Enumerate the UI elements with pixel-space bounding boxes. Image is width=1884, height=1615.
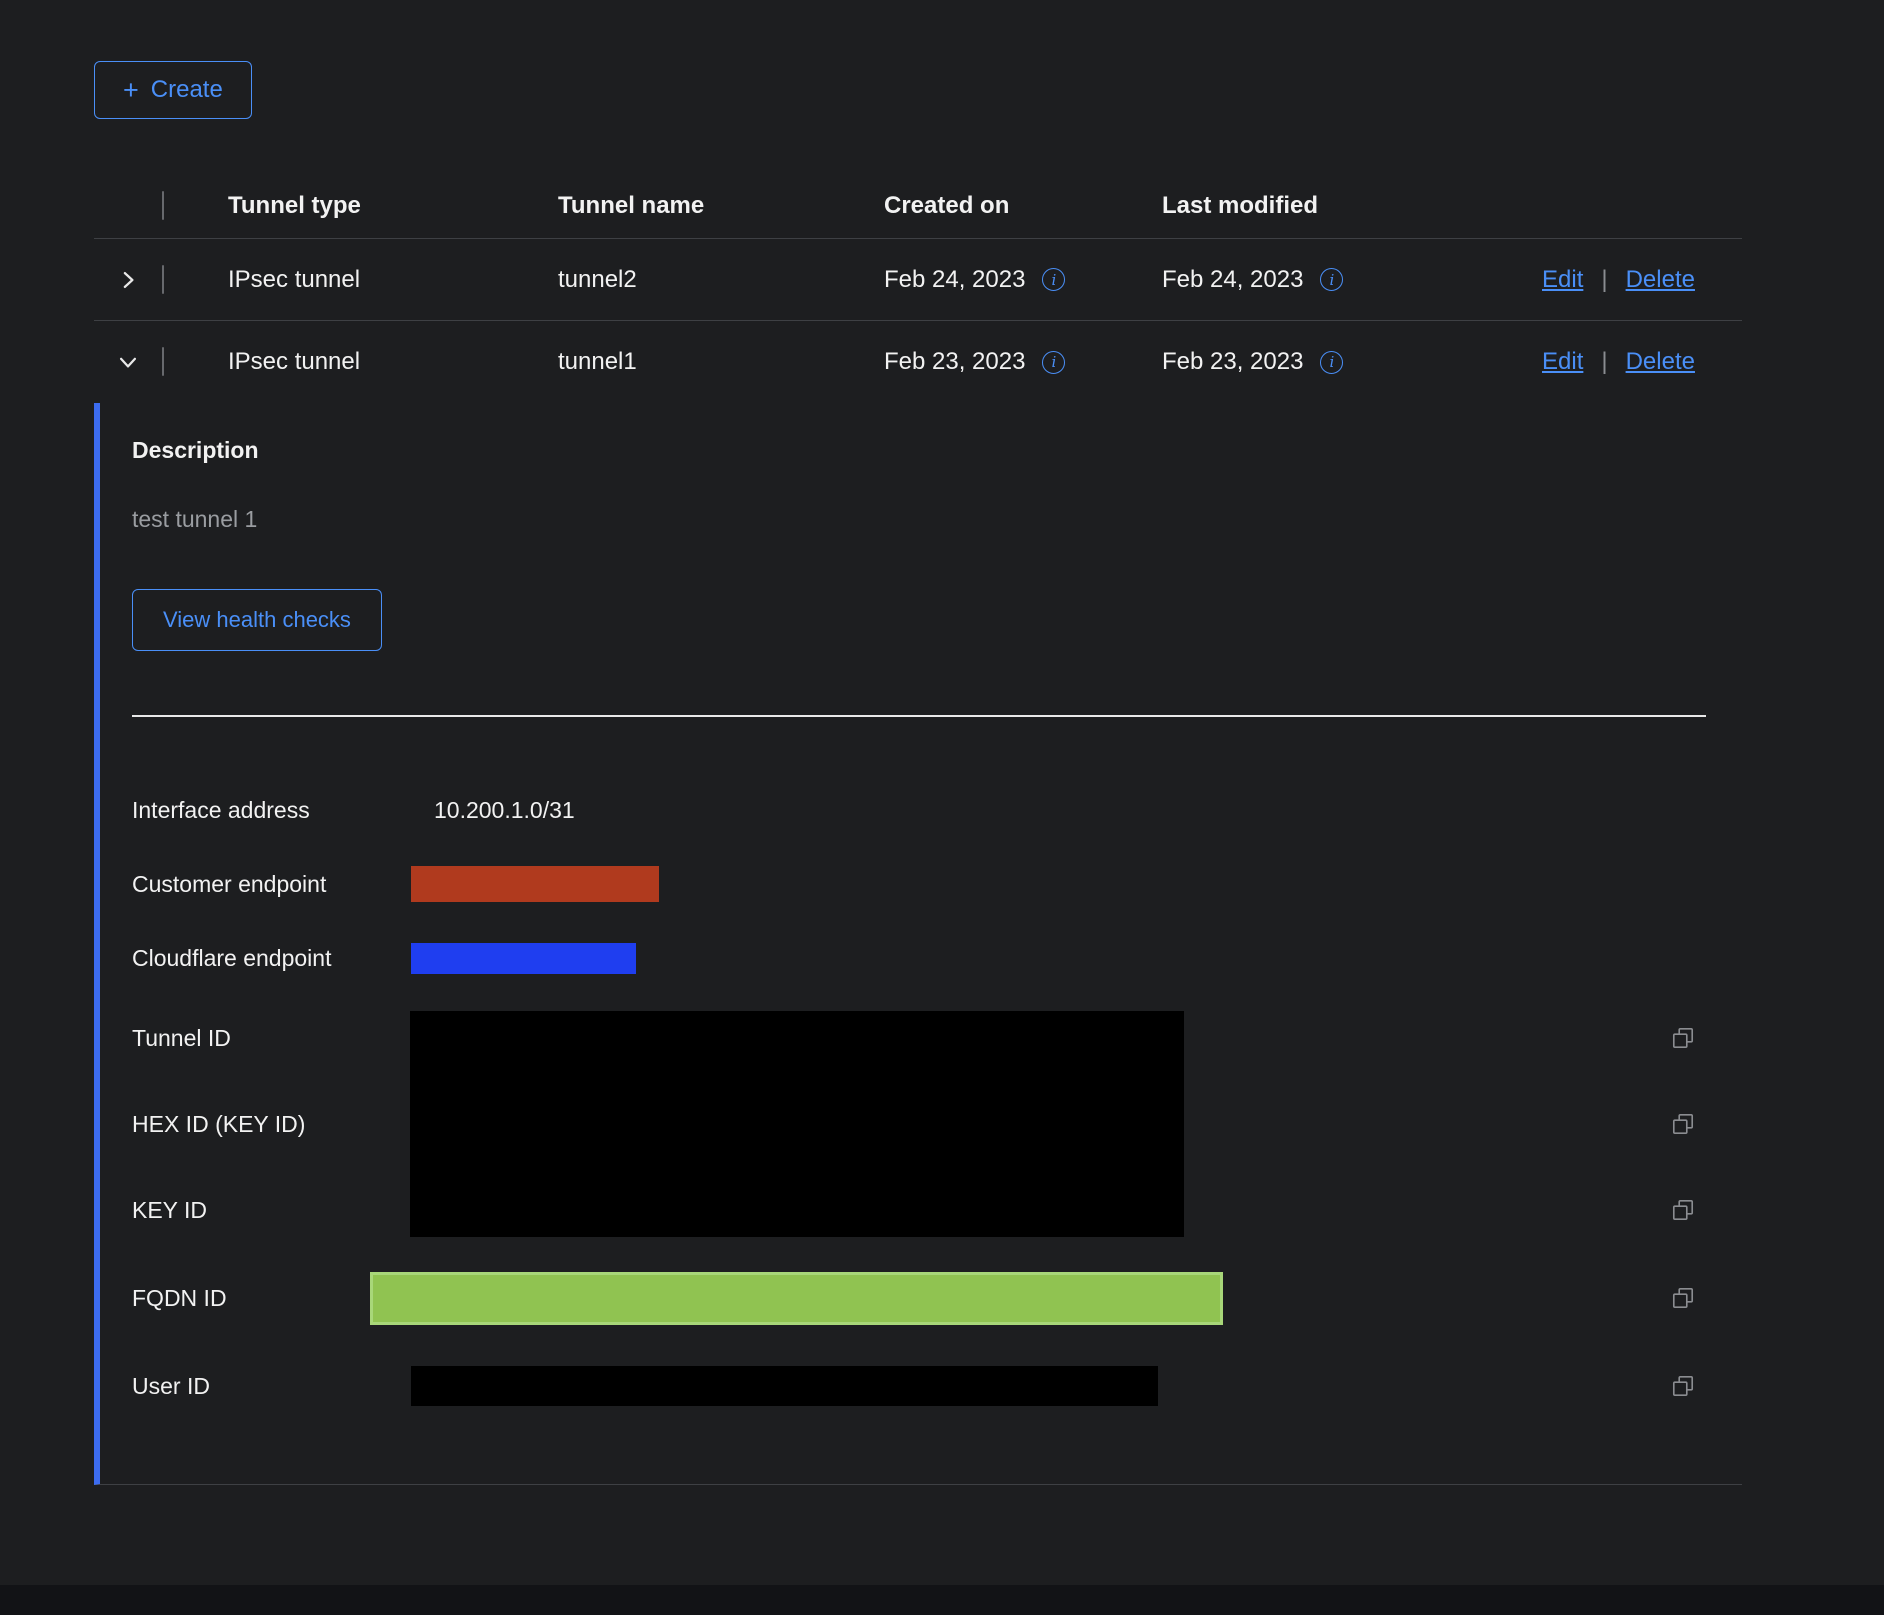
- plus-icon: +: [123, 80, 139, 100]
- copy-hex-id-button[interactable]: [1670, 1111, 1742, 1137]
- header-tunnel-name: Tunnel name: [558, 192, 884, 220]
- bottom-edge-band: [0, 1585, 1884, 1615]
- tunnels-table: Tunnel type Tunnel name Created on Last …: [94, 173, 1742, 1485]
- cell-created-on: Feb 24, 2023 i: [884, 266, 1162, 294]
- cell-tunnel-name: tunnel2: [558, 266, 884, 294]
- copy-icon: [1670, 1197, 1696, 1223]
- ids-redacted-value: [410, 1011, 1184, 1237]
- action-separator: |: [1601, 266, 1607, 294]
- tunnel-detail-panel: Description test tunnel 1 View health ch…: [94, 403, 1742, 1485]
- description-value: test tunnel 1: [132, 506, 1742, 533]
- view-health-checks-button[interactable]: View health checks: [132, 589, 382, 651]
- chevron-down-icon: [118, 352, 138, 372]
- copy-key-id-button[interactable]: [1670, 1197, 1742, 1223]
- table-row: IPsec tunnel tunnel1 Feb 23, 2023 i Feb …: [94, 321, 1742, 403]
- field-row-user-id: User ID: [132, 1343, 1742, 1429]
- cell-tunnel-type: IPsec tunnel: [228, 348, 558, 376]
- table-row: IPsec tunnel tunnel2 Feb 24, 2023 i Feb …: [94, 239, 1742, 321]
- create-button[interactable]: + Create: [94, 61, 252, 119]
- header-tunnel-type: Tunnel type: [228, 192, 558, 220]
- fqdn-id-redacted-value: [370, 1272, 1223, 1325]
- field-row-customer-endpoint: Customer endpoint: [132, 847, 1742, 921]
- copy-fqdn-id-button[interactable]: [1670, 1285, 1742, 1311]
- cell-created-on: Feb 23, 2023 i: [884, 348, 1162, 376]
- copy-icon: [1670, 1111, 1696, 1137]
- tunnel-id-label: Tunnel ID: [132, 1025, 410, 1052]
- customer-endpoint-redacted-value: [411, 866, 659, 902]
- cell-last-modified: Feb 23, 2023 i: [1162, 348, 1542, 376]
- copy-icon: [1670, 1285, 1696, 1311]
- copy-user-id-button[interactable]: [1670, 1373, 1742, 1399]
- edit-link[interactable]: Edit: [1542, 266, 1583, 294]
- cloudflare-endpoint-redacted-value: [411, 943, 636, 974]
- delete-link[interactable]: Delete: [1626, 348, 1695, 376]
- cell-tunnel-name: tunnel1: [558, 348, 884, 376]
- create-button-label: Create: [151, 76, 223, 104]
- copy-icon: [1670, 1025, 1696, 1051]
- action-separator: |: [1601, 348, 1607, 376]
- user-id-label: User ID: [132, 1373, 410, 1400]
- row-actions: Edit | Delete: [1542, 266, 1742, 294]
- row-checkbox[interactable]: [162, 347, 164, 376]
- hex-id-label: HEX ID (KEY ID): [132, 1111, 410, 1138]
- row-actions: Edit | Delete: [1542, 348, 1742, 376]
- field-row-cloudflare-endpoint: Cloudflare endpoint: [132, 921, 1742, 995]
- field-rows-ids: Tunnel ID HEX ID (KEY ID) KEY ID: [132, 995, 1742, 1253]
- info-icon[interactable]: i: [1042, 268, 1065, 291]
- delete-link[interactable]: Delete: [1626, 266, 1695, 294]
- edit-link[interactable]: Edit: [1542, 348, 1583, 376]
- info-icon[interactable]: i: [1320, 351, 1343, 374]
- row-checkbox[interactable]: [162, 265, 164, 294]
- expand-row-button[interactable]: [94, 270, 162, 290]
- cell-tunnel-type: IPsec tunnel: [228, 266, 558, 294]
- created-on-value: Feb 23, 2023: [884, 348, 1025, 376]
- table-header-row: Tunnel type Tunnel name Created on Last …: [94, 173, 1742, 239]
- created-on-value: Feb 24, 2023: [884, 266, 1025, 294]
- copy-tunnel-id-button[interactable]: [1670, 1025, 1742, 1051]
- key-id-label: KEY ID: [132, 1197, 410, 1224]
- fqdn-id-label: FQDN ID: [132, 1285, 410, 1312]
- field-row-fqdn-id: FQDN ID: [132, 1253, 1742, 1343]
- field-row-interface-address: Interface address 10.200.1.0/31: [132, 773, 1742, 847]
- interface-address-value: 10.200.1.0/31: [410, 797, 1670, 824]
- section-divider: [132, 715, 1706, 717]
- cloudflare-endpoint-label: Cloudflare endpoint: [132, 945, 410, 972]
- info-icon[interactable]: i: [1042, 351, 1065, 374]
- collapse-row-button[interactable]: [94, 352, 162, 372]
- select-all-checkbox[interactable]: [162, 191, 164, 220]
- user-id-redacted-value: [411, 1366, 1158, 1406]
- tunnel-fields: Interface address 10.200.1.0/31 Customer…: [132, 773, 1742, 1429]
- last-modified-value: Feb 24, 2023: [1162, 266, 1303, 294]
- tunnels-page: + Create Tunnel type Tunnel name Created…: [94, 61, 1742, 1485]
- info-icon[interactable]: i: [1320, 268, 1343, 291]
- last-modified-value: Feb 23, 2023: [1162, 348, 1303, 376]
- header-created-on: Created on: [884, 192, 1162, 220]
- description-label: Description: [132, 437, 1742, 464]
- interface-address-label: Interface address: [132, 797, 410, 824]
- cell-last-modified: Feb 24, 2023 i: [1162, 266, 1542, 294]
- copy-icon: [1670, 1373, 1696, 1399]
- header-last-modified: Last modified: [1162, 192, 1542, 220]
- chevron-right-icon: [118, 270, 138, 290]
- customer-endpoint-label: Customer endpoint: [132, 871, 410, 898]
